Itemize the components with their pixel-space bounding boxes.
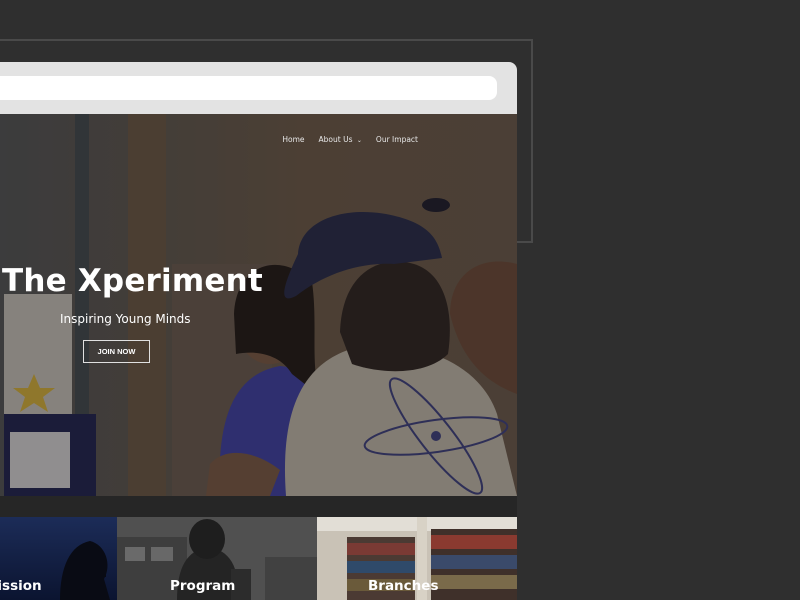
card-program[interactable]: Program	[117, 517, 317, 600]
hero-section: Home About Us ⌄ Our Impact The Xperiment…	[0, 114, 517, 496]
card-program-label: Program	[170, 578, 236, 594]
card-mission-label: Mission	[0, 578, 42, 594]
browser-window: Home About Us ⌄ Our Impact The Xperiment…	[0, 62, 517, 600]
join-now-button[interactable]: JOIN NOW	[83, 340, 150, 363]
chevron-down-icon: ⌄	[356, 137, 362, 144]
hero-title: The Xperiment	[2, 263, 263, 299]
nav-our-impact[interactable]: Our Impact	[376, 135, 418, 144]
card-branches[interactable]: Branches	[317, 517, 517, 600]
main-nav: Home About Us ⌄ Our Impact	[282, 135, 418, 144]
address-bar[interactable]	[0, 76, 497, 100]
nav-about-us-label: About Us	[318, 135, 353, 144]
card-mission[interactable]: Mission	[0, 517, 117, 600]
browser-toolbar	[0, 62, 517, 114]
card-branches-label: Branches	[368, 578, 439, 594]
hero-subtitle: Inspiring Young Minds	[60, 312, 191, 326]
nav-about-us[interactable]: About Us ⌄	[319, 135, 362, 144]
hero-overlay	[0, 114, 517, 496]
nav-home[interactable]: Home	[282, 135, 304, 144]
section-divider	[0, 496, 517, 517]
